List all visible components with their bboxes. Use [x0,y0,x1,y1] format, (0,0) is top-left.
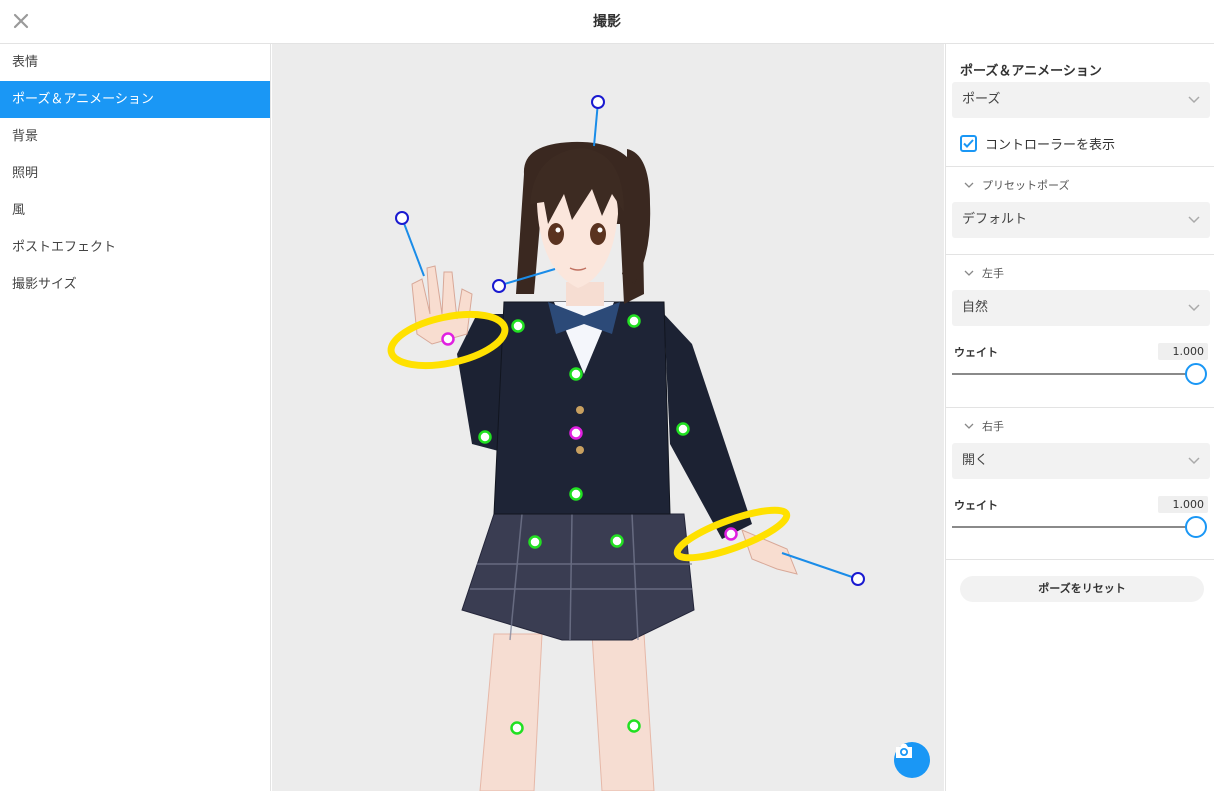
divider [946,166,1214,167]
chevron-down-icon [964,270,974,276]
head-handle[interactable] [591,95,605,109]
right-hand-weight-slider[interactable] [952,515,1210,539]
left-hand-weight-value[interactable]: 1.000 [1158,343,1208,360]
spine-joint[interactable] [569,426,583,440]
page-title: 撮影 [593,14,621,30]
preset-pose-value: デフォルト [962,212,1028,227]
mode-select-value: ポーズ [962,92,1001,107]
preset-pose-section-header[interactable]: プリセットポーズ [964,176,1069,194]
chevron-down-icon [964,182,974,188]
show-controller-toggle[interactable]: コントローラーを表示 [960,133,1115,153]
reset-pose-button[interactable]: ポーズをリセット [960,576,1204,602]
sidebar: 表情 ポーズ＆アニメーション 背景 照明 風 ポストエフェクト 撮影サイズ [0,44,271,791]
mode-select[interactable]: ポーズ [952,82,1210,118]
right-hand-value: 開く [962,453,989,468]
right-hip-joint[interactable] [610,534,624,548]
right-hand-header-label: 右手 [982,420,1004,433]
right-hand-weight-value[interactable]: 1.000 [1158,496,1208,513]
camera-icon [896,744,912,758]
preset-pose-select[interactable]: デフォルト [952,202,1210,238]
sidebar-item-lighting[interactable]: 照明 [0,155,270,192]
show-controller-label: コントローラーを表示 [985,137,1116,153]
divider [946,254,1214,255]
lowered-hand-handle[interactable] [851,572,865,586]
right-hand-weight-label: ウェイト [954,499,998,512]
left-hand-header-label: 左手 [982,267,1004,280]
sidebar-item-post-effect[interactable]: ポストエフェクト [0,229,270,266]
right-elbow-joint[interactable] [676,422,690,436]
left-wrist-joint[interactable] [441,332,455,346]
left-hand-weight-slider[interactable] [952,362,1210,386]
left-hand-section-header[interactable]: 左手 [964,264,1004,282]
right-wrist-joint[interactable] [724,527,738,541]
divider [946,559,1214,560]
sidebar-item-capture-size[interactable]: 撮影サイズ [0,266,270,303]
slider-thumb[interactable] [1185,516,1207,538]
right-shoulder-joint[interactable] [627,314,641,328]
chevron-down-icon [1188,96,1200,104]
slider-thumb[interactable] [1185,363,1207,385]
sidebar-item-pose-animation[interactable]: ポーズ＆アニメーション [0,81,270,118]
check-icon [963,138,974,148]
right-hand-select[interactable]: 開く [952,443,1210,479]
top-bar: 撮影 [0,0,1214,44]
chevron-down-icon [964,423,974,429]
raised-hand-handle[interactable] [395,211,409,225]
left-hip-joint[interactable] [528,535,542,549]
left-elbow-joint[interactable] [478,430,492,444]
chevron-down-icon [1188,304,1200,312]
left-knee-joint[interactable] [510,721,524,735]
preset-pose-header-label: プリセットポーズ [982,179,1070,192]
panel-title: ポーズ＆アニメーション [960,64,1102,79]
camera-button[interactable] [894,742,930,778]
pose-controller-overlay [387,95,865,735]
gaze-handle[interactable] [492,279,506,293]
show-controller-checkbox[interactable] [960,134,977,152]
sidebar-item-wind[interactable]: 風 [0,192,270,229]
chevron-down-icon [1188,216,1200,224]
left-hand-value: 自然 [962,300,989,315]
left-hand-weight-label: ウェイト [954,346,998,359]
3d-viewport[interactable] [272,44,944,791]
left-shoulder-joint[interactable] [511,319,525,333]
right-hand-section-header[interactable]: 右手 [964,417,1004,435]
left-hand-select[interactable]: 自然 [952,290,1210,326]
divider [946,407,1214,408]
chest-joint[interactable] [569,367,583,381]
sidebar-item-background[interactable]: 背景 [0,118,270,155]
sidebar-item-expression[interactable]: 表情 [0,44,270,81]
right-knee-joint[interactable] [627,719,641,733]
pose-settings-panel: ポーズ＆アニメーション ポーズ コントローラーを表示 プリセットポーズ デフォル… [945,44,1214,791]
chevron-down-icon [1188,457,1200,465]
waist-joint[interactable] [569,487,583,501]
